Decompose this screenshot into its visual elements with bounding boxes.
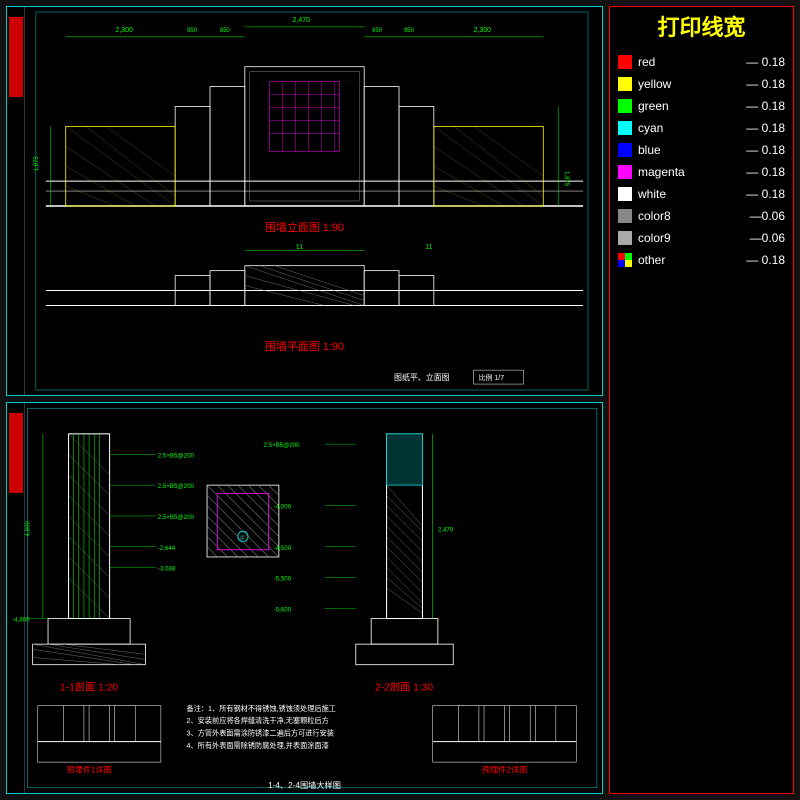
svg-text:1-4、2-4围墙大样图: 1-4、2-4围墙大样图 [268, 780, 341, 790]
svg-text:-2,644: -2,644 [158, 545, 176, 552]
legend-item-red: red — 0.18 [618, 53, 785, 71]
top-drawing-svg: 2,300 950 850 2,470 850 950 2,300 1,875 … [7, 7, 602, 395]
svg-text:4,800: 4,800 [25, 520, 32, 536]
legend-color-magenta [618, 165, 632, 179]
svg-text:1,875: 1,875 [563, 171, 569, 187]
svg-text:①: ① [240, 535, 246, 542]
svg-text:图纸平、立面图: 图纸平、立面图 [394, 372, 450, 382]
left-panel: 2,300 950 850 2,470 850 950 2,300 1,875 … [6, 6, 603, 794]
svg-text:1,875: 1,875 [34, 156, 40, 172]
legend-label-yellow: yellow [638, 77, 740, 91]
top-drawing-panel: 2,300 950 850 2,470 850 950 2,300 1,875 … [6, 6, 603, 396]
svg-text:2.5×B5@200: 2.5×B5@200 [158, 514, 195, 521]
svg-text:2-2剖面 1:30: 2-2剖面 1:30 [375, 680, 433, 693]
legend-label-color8: color8 [638, 209, 744, 223]
svg-text:预埋件2详图: 预埋件2详图 [482, 764, 528, 774]
legend-label-blue: blue [638, 143, 740, 157]
legend-item-white: white — 0.18 [618, 185, 785, 203]
legend-item-color9: color9 —0.06 [618, 229, 785, 247]
svg-text:-4,500: -4,500 [274, 545, 292, 552]
legend-color-green [618, 99, 632, 113]
legend-title: 打印线宽 [618, 15, 785, 41]
legend-item-magenta: magenta — 0.18 [618, 163, 785, 181]
svg-text:11: 11 [296, 244, 303, 251]
legend-label-red: red [638, 55, 740, 69]
legend-value-cyan: — 0.18 [746, 121, 785, 135]
legend-value-blue: — 0.18 [746, 143, 785, 157]
svg-text:2,300: 2,300 [474, 27, 492, 34]
legend-value-color9: —0.06 [750, 231, 785, 245]
svg-text:-4,000: -4,000 [274, 504, 292, 511]
main-container: 2,300 950 850 2,470 850 950 2,300 1,875 … [0, 0, 800, 800]
svg-text:备注：1、所有钢材不得锈蚀,锈蚀须处理后施工: 备注：1、所有钢材不得锈蚀,锈蚀须处理后施工 [187, 704, 336, 713]
legend-label-magenta: magenta [638, 165, 740, 179]
legend-color-yellow [618, 77, 632, 91]
svg-text:-5,600: -5,600 [274, 606, 292, 613]
legend-value-magenta: — 0.18 [746, 165, 785, 179]
legend-color-color8 [618, 209, 632, 223]
legend-panel: 打印线宽 red — 0.18 yellow — 0.18 green — 0.… [609, 6, 794, 794]
legend-item-green: green — 0.18 [618, 97, 785, 115]
legend-label-other: other [638, 253, 740, 267]
legend-label-white: white [638, 187, 740, 201]
legend-color-blue [618, 143, 632, 157]
svg-text:2,470: 2,470 [438, 526, 454, 533]
legend-color-cyan [618, 121, 632, 135]
legend-value-color8: —0.06 [750, 209, 785, 223]
svg-text:2,470: 2,470 [293, 17, 311, 24]
svg-text:围墙平面图 1:90: 围墙平面图 1:90 [265, 339, 344, 353]
svg-text:围墙立面图 1:90: 围墙立面图 1:90 [265, 220, 344, 234]
svg-text:2.5×B5@200: 2.5×B5@200 [263, 442, 300, 449]
legend-color-white [618, 187, 632, 201]
svg-text:4、所有外表面需除锈防腐处理,并表面涂面漆: 4、所有外表面需除锈防腐处理,并表面涂面漆 [187, 741, 329, 750]
legend-value-green: — 0.18 [746, 99, 785, 113]
legend-item-cyan: cyan — 0.18 [618, 119, 785, 137]
legend-item-other: other — 0.18 [618, 251, 785, 269]
svg-text:950: 950 [187, 28, 198, 34]
legend-item-color8: color8 —0.06 [618, 207, 785, 225]
svg-text:-3,088: -3,088 [158, 565, 176, 572]
legend-color-color9 [618, 231, 632, 245]
svg-text:11: 11 [425, 244, 432, 251]
svg-text:比例 1/7: 比例 1/7 [479, 373, 505, 382]
legend-value-white: — 0.18 [746, 187, 785, 201]
svg-text:预埋件1详图: 预埋件1详图 [66, 764, 111, 774]
legend-item-yellow: yellow — 0.18 [618, 75, 785, 93]
legend-label-cyan: cyan [638, 121, 740, 135]
svg-text:950: 950 [404, 28, 415, 34]
svg-text:1-1剖面 1:20: 1-1剖面 1:20 [60, 680, 118, 693]
legend-value-other: — 0.18 [746, 253, 785, 267]
legend-color-red [618, 55, 632, 69]
svg-text:850: 850 [372, 28, 383, 34]
svg-text:850: 850 [220, 28, 231, 34]
legend-label-color9: color9 [638, 231, 744, 245]
svg-text:3、方管外表面需涂防锈漆二遍后方可进行安装: 3、方管外表面需涂防锈漆二遍后方可进行安装 [187, 728, 334, 737]
svg-text:2.5×B5@200: 2.5×B5@200 [158, 452, 195, 459]
legend-color-other [618, 253, 632, 267]
svg-text:-5,500: -5,500 [274, 576, 292, 583]
legend-value-red: — 0.18 [746, 55, 785, 69]
bottom-drawing-panel: 4,800 2.5×B5@200 2.5×B5@200 2.5×B5@200 -… [6, 402, 603, 794]
svg-text:2.5×B5@200: 2.5×B5@200 [158, 483, 195, 490]
bottom-drawing-svg: 4,800 2.5×B5@200 2.5×B5@200 2.5×B5@200 -… [7, 403, 602, 793]
legend-item-blue: blue — 0.18 [618, 141, 785, 159]
legend-value-yellow: — 0.18 [746, 77, 785, 91]
legend-label-green: green [638, 99, 740, 113]
svg-text:-4,800: -4,800 [12, 617, 30, 624]
svg-text:2,300: 2,300 [115, 27, 133, 34]
svg-text:2、安装前应将各焊缝清洗干净,无塞颗粒后方: 2、安装前应将各焊缝清洗干净,无塞颗粒后方 [187, 716, 329, 725]
